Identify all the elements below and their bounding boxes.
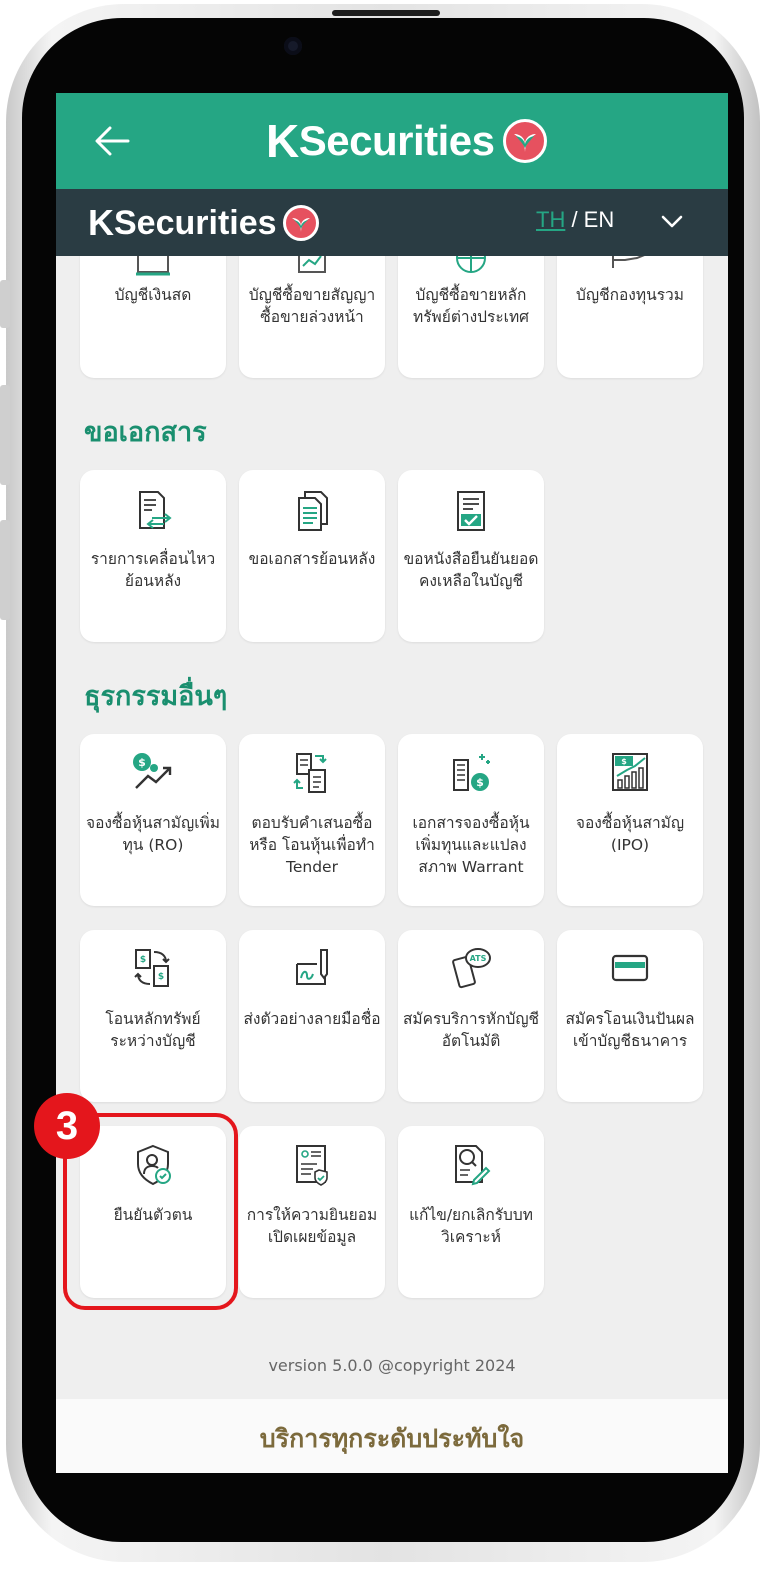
menu-card-derivatives-account[interactable]: บัญชีซื้อขายสัญญาซื้อขายล่วงหน้า <box>239 256 385 378</box>
menu-card-label: การให้ความยินยอมเปิดเผยข้อมูล <box>246 1206 378 1246</box>
app-logo: K Securities <box>266 113 547 169</box>
sub-brand-text: Securities <box>114 203 277 242</box>
menu-card-label: โอนหลักทรัพย์ระหว่างบัญชี <box>105 1010 201 1050</box>
bank-card-icon <box>611 954 649 982</box>
menu-card-data-consent[interactable]: การให้ความยินยอมเปิดเผยข้อมูล <box>239 1126 385 1298</box>
back-arrow-icon[interactable] <box>92 123 132 159</box>
menu-card-fund-account[interactable]: บัญชีกองทุนรวม <box>557 256 703 378</box>
documents-stack-icon <box>298 491 328 531</box>
sub-brand-k: K <box>88 202 114 243</box>
menu-card-research-subscription[interactable]: แก้ไข/ยกเลิกรับบทวิเคราะห์ <box>398 1126 544 1298</box>
menu-card-label: บัญชีซื้อขายสัญญาซื้อขายล่วงหน้า <box>248 286 376 326</box>
lang-th-link[interactable]: TH <box>536 207 565 232</box>
svg-text:ATS: ATS <box>470 954 487 963</box>
menu-card-label: สมัครบริการหักบัญชีอัตโนมัติ <box>402 1010 540 1050</box>
menu-card-label: สมัครโอนเงินปันผลเข้าบัญชีธนาคาร <box>565 1010 695 1050</box>
menu-card-label: ตอบรับคำเสนอซื้อ หรือ โอนหุ้นเพื่อทำ Ten… <box>249 814 375 876</box>
menu-card-label: บัญชีซื้อขายหลักทรัพย์ต่างประเทศ <box>412 286 530 326</box>
secondary-header: K Securities TH / EN <box>56 189 728 256</box>
brand-text: Securities <box>298 117 495 164</box>
phone-volume-up-button <box>0 385 10 485</box>
svg-text:$: $ <box>476 776 484 789</box>
lang-en-link[interactable]: / EN <box>565 207 614 232</box>
menu-card-cash-account[interactable]: บัญชีเงินสด <box>80 256 226 378</box>
securities-transfer-icon: $ $ <box>134 949 170 987</box>
ipo-chart-icon: $ <box>612 753 648 791</box>
menu-card-label: ส่งตัวอย่างลายมือชื่อ <box>243 1010 381 1028</box>
phone-speaker <box>332 10 440 16</box>
menu-card-label: แก้ไข/ยกเลิกรับบทวิเคราะห์ <box>409 1206 533 1246</box>
menu-card-tender-offer[interactable]: ตอบรับคำเสนอซื้อ หรือ โอนหุ้นเพื่อทำ Ten… <box>239 734 385 906</box>
signature-pen-icon <box>296 949 328 985</box>
sub-brand-logo: K Securities <box>88 201 319 245</box>
chevron-down-icon[interactable] <box>660 211 684 231</box>
building-money-icon: $ <box>453 754 490 791</box>
language-switch[interactable]: TH / EN <box>536 207 614 233</box>
document-exchange-icon <box>293 753 327 793</box>
menu-card-balance-confirmation[interactable]: ขอหนังสือยืนยันยอดคงเหลือในบัญชี <box>398 470 544 642</box>
menu-card-label: จองซื้อหุ้นสามัญ (IPO) <box>575 814 685 854</box>
phone-side-button <box>0 280 10 328</box>
step-number-badge: 3 <box>34 1093 100 1159</box>
menu-card-label: จองซื้อหุ้นสามัญเพิ่มทุน (RO) <box>86 814 220 854</box>
menu-card-label: รายการเคลื่อนไหวย้อนหลัง <box>90 550 216 590</box>
version-text: version 5.0.0 @copyright 2024 <box>268 1356 516 1375</box>
menu-card-signature-sample[interactable]: ส่งตัวอย่างลายมือชื่อ <box>239 930 385 1102</box>
svg-text:$: $ <box>140 955 146 965</box>
coin-growth-icon: $ <box>133 753 172 789</box>
menu-card-securities-transfer[interactable]: $ $ โอนหลักทรัพย์ระหว่างบัญชี <box>80 930 226 1102</box>
menu-card-label: ขอหนังสือยืนยันยอดคงเหลือในบัญชี <box>403 550 539 590</box>
menu-card-label: เอกสารจองซื้อหุ้นเพิ่มทุนและแปลงสภาพ War… <box>412 814 530 876</box>
document-transfer-icon <box>139 491 172 529</box>
menu-card-rights-offering[interactable]: $ จองซื้อหุ้นสามัญเพิ่มทุน (RO) <box>80 734 226 906</box>
tagline-text: บริการทุกระดับประทับใจ <box>259 1424 525 1453</box>
menu-card-ats-service[interactable]: ATS สมัครบริการหักบัญชีอัตโนมัติ <box>398 930 544 1102</box>
menu-card-foreign-account[interactable]: บัญชีซื้อขายหลักทรัพย์ต่างประเทศ <box>398 256 544 378</box>
menu-card-statement[interactable]: รายการเคลื่อนไหวย้อนหลัง <box>80 470 226 642</box>
svg-text:$: $ <box>138 756 146 769</box>
svg-text:$: $ <box>621 757 627 766</box>
section-title-documents: ขอเอกสาร <box>84 417 207 448</box>
kbank-leaf-icon <box>502 119 547 163</box>
menu-card-ipo[interactable]: $ จองซื้อหุ้นสามัญ (IPO) <box>557 734 703 906</box>
ats-phone-icon: ATS <box>452 948 491 989</box>
top-app-bar: K Securities <box>56 93 728 189</box>
front-camera <box>284 37 302 55</box>
menu-card-warrant-documents[interactable]: $ เอกสารจองซื้อหุ้นเพิ่มทุนและแปลงสภาพ W… <box>398 734 544 906</box>
menu-card-request-documents[interactable]: ขอเอกสารย้อนหลัง <box>239 470 385 642</box>
research-edit-icon <box>455 1145 491 1186</box>
phone-volume-down-button <box>0 520 10 620</box>
consent-document-icon <box>296 1145 328 1186</box>
footer-bar: บริการทุกระดับประทับใจ <box>56 1399 728 1473</box>
kbank-leaf-icon <box>282 205 319 241</box>
section-title-other-transactions: ธุรกรรมอื่นๆ <box>84 681 228 712</box>
brand-k: K <box>266 115 299 167</box>
menu-card-label: บัญชีเงินสด <box>114 286 192 304</box>
svg-text:$: $ <box>158 972 164 982</box>
document-check-icon <box>457 491 485 531</box>
menu-card-dividend-transfer[interactable]: สมัครโอนเงินปันผลเข้าบัญชีธนาคาร <box>557 930 703 1102</box>
menu-card-label: ขอเอกสารย้อนหลัง <box>248 550 376 568</box>
menu-card-label: บัญชีกองทุนรวม <box>576 286 684 304</box>
